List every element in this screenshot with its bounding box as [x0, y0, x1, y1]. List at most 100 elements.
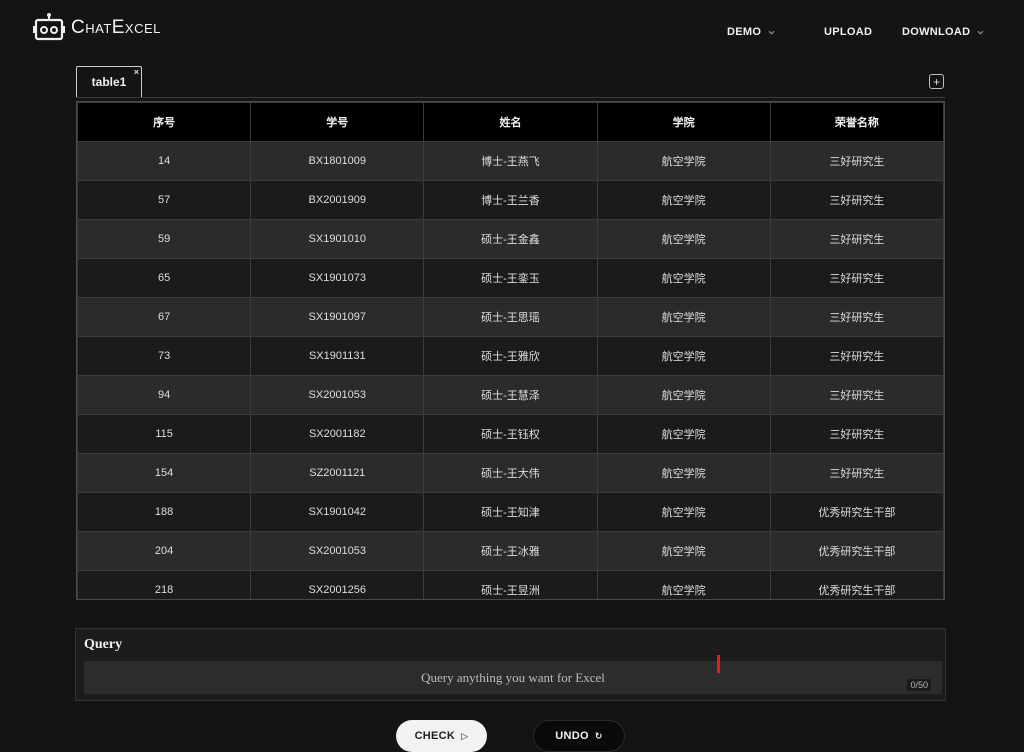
table-row[interactable]: 73 SX1901131 硕士-王雅欣 航空学院 三好研究生: [77, 336, 944, 376]
data-table-container[interactable]: 序号 学号 姓名 学院 荣誉名称 14 BX1801009 博士-王燕飞 航空学院 三好研究生 5…: [76, 101, 945, 600]
table-row[interactable]: 59 SX1901010 硕士-王金鑫 航空学院 三好研究生: [77, 219, 944, 259]
table-cell[interactable]: 94: [77, 375, 252, 415]
table-cell[interactable]: 硕士-王昱洲: [423, 570, 598, 599]
table-cell[interactable]: 三好研究生: [769, 375, 944, 415]
table-cell[interactable]: 航空学院: [596, 414, 771, 454]
table-row[interactable]: 115 SX2001182 硕士-王钰权 航空学院 三好研究生: [77, 414, 944, 454]
nav-upload-label: UPLOAD: [824, 26, 873, 38]
table-cell[interactable]: SX2001053: [250, 531, 425, 571]
table-cell[interactable]: 57: [77, 180, 252, 220]
tab-divider: [76, 97, 945, 98]
undo-button-label: UNDO: [555, 730, 589, 742]
nav-download[interactable]: DOWNLOAD: [902, 26, 984, 38]
table-cell[interactable]: 航空学院: [596, 336, 771, 376]
table-cell[interactable]: 硕士-王思瑶: [423, 297, 598, 337]
query-input[interactable]: [84, 661, 942, 694]
table-cell[interactable]: 航空学院: [596, 258, 771, 298]
table-cell[interactable]: BX2001909: [250, 180, 425, 220]
tab-table1[interactable]: table1 ×: [76, 66, 142, 97]
close-icon[interactable]: ×: [134, 67, 139, 77]
table-cell[interactable]: 优秀研究生干部: [769, 570, 944, 599]
table-cell[interactable]: 硕士-王冰雅: [423, 531, 598, 571]
table-cell[interactable]: 航空学院: [596, 180, 771, 220]
table-cell[interactable]: 航空学院: [596, 141, 771, 181]
table-cell[interactable]: 204: [77, 531, 252, 571]
table-cell[interactable]: 三好研究生: [769, 219, 944, 259]
table-cell[interactable]: 航空学院: [596, 453, 771, 493]
table-cell[interactable]: 优秀研究生干部: [769, 492, 944, 532]
table-cell[interactable]: 三好研究生: [769, 180, 944, 220]
add-tab-button[interactable]: +: [929, 74, 944, 89]
nav-upload[interactable]: UPLOAD: [824, 26, 872, 38]
robot-icon: [33, 13, 65, 41]
table-cell[interactable]: 三好研究生: [769, 414, 944, 454]
table-cell[interactable]: 硕士-王大伟: [423, 453, 598, 493]
table-cell[interactable]: 154: [77, 453, 252, 493]
table-cell[interactable]: 65: [77, 258, 252, 298]
table-cell[interactable]: 14: [77, 141, 252, 181]
table-cell[interactable]: SX2001053: [250, 375, 425, 415]
table-cell[interactable]: SX1901042: [250, 492, 425, 532]
table-cell[interactable]: 硕士-王知津: [423, 492, 598, 532]
table-cell[interactable]: 硕士-王銮玉: [423, 258, 598, 298]
table-cell[interactable]: 三好研究生: [769, 336, 944, 376]
column-header[interactable]: 学号: [250, 102, 425, 142]
table-cell[interactable]: SX1901010: [250, 219, 425, 259]
table-cell[interactable]: 博士-王兰香: [423, 180, 598, 220]
table-cell[interactable]: 三好研究生: [769, 141, 944, 181]
table-cell[interactable]: 三好研究生: [769, 258, 944, 298]
play-icon: ▷: [461, 730, 469, 741]
table-row[interactable]: 65 SX1901073 硕士-王銮玉 航空学院 三好研究生: [77, 258, 944, 298]
column-header[interactable]: 学院: [596, 102, 771, 142]
cursor-marker: [717, 655, 720, 673]
table-cell[interactable]: SX2001182: [250, 414, 425, 454]
table-cell[interactable]: 三好研究生: [769, 297, 944, 337]
table-cell[interactable]: SX1901097: [250, 297, 425, 337]
table-cell[interactable]: 115: [77, 414, 252, 454]
column-header[interactable]: 荣誉名称: [769, 102, 944, 142]
plus-icon: +: [932, 74, 940, 89]
table-cell[interactable]: 73: [77, 336, 252, 376]
column-header[interactable]: 序号: [77, 102, 252, 142]
table-cell[interactable]: 航空学院: [596, 492, 771, 532]
table-cell[interactable]: 航空学院: [596, 570, 771, 599]
table-cell[interactable]: BX1801009: [250, 141, 425, 181]
table-row[interactable]: 14 BX1801009 博士-王燕飞 航空学院 三好研究生: [77, 141, 944, 181]
nav-demo-label: DEMO: [727, 26, 762, 38]
table-cell[interactable]: 航空学院: [596, 297, 771, 337]
query-title: Query: [84, 637, 123, 652]
undo-button[interactable]: UNDO ↻: [533, 720, 625, 752]
table-cell[interactable]: 博士-王燕飞: [423, 141, 598, 181]
table-cell[interactable]: 硕士-王慧泽: [423, 375, 598, 415]
table-row[interactable]: 67 SX1901097 硕士-王思瑶 航空学院 三好研究生: [77, 297, 944, 337]
table-cell[interactable]: 67: [77, 297, 252, 337]
table-cell[interactable]: SZ2001121: [250, 453, 425, 493]
table-row[interactable]: 204 SX2001053 硕士-王冰雅 航空学院 优秀研究生干部: [77, 531, 944, 571]
table-cell[interactable]: 三好研究生: [769, 453, 944, 493]
table-cell[interactable]: 硕士-王金鑫: [423, 219, 598, 259]
check-button[interactable]: CHECK ▷: [396, 720, 487, 752]
table-row[interactable]: 94 SX2001053 硕士-王慧泽 航空学院 三好研究生: [77, 375, 944, 415]
table-cell[interactable]: 59: [77, 219, 252, 259]
table-cell[interactable]: 航空学院: [596, 375, 771, 415]
check-button-label: CHECK: [414, 730, 456, 742]
table-row[interactable]: 154 SZ2001121 硕士-王大伟 航空学院 三好研究生: [77, 453, 944, 493]
table-row[interactable]: 218 SX2001256 硕士-王昱洲 航空学院 优秀研究生干部: [77, 570, 944, 599]
table-row[interactable]: 188 SX1901042 硕士-王知津 航空学院 优秀研究生干部: [77, 492, 944, 532]
query-panel: Query 0/50: [75, 628, 946, 701]
column-header[interactable]: 姓名: [423, 102, 598, 142]
table-cell[interactable]: SX1901131: [250, 336, 425, 376]
table-cell[interactable]: SX2001256: [250, 570, 425, 599]
table-cell[interactable]: 航空学院: [596, 531, 771, 571]
table-cell[interactable]: SX1901073: [250, 258, 425, 298]
table-cell[interactable]: 硕士-王雅欣: [423, 336, 598, 376]
app-logo: ChatExcel: [33, 13, 161, 43]
table-cell[interactable]: 优秀研究生干部: [769, 531, 944, 571]
app-title: ChatExcel: [71, 17, 161, 38]
table-cell[interactable]: 218: [77, 570, 252, 599]
nav-demo[interactable]: DEMO: [727, 26, 775, 38]
table-cell[interactable]: 硕士-王钰权: [423, 414, 598, 454]
table-cell[interactable]: 航空学院: [596, 219, 771, 259]
table-cell[interactable]: 188: [77, 492, 252, 532]
table-row[interactable]: 57 BX2001909 博士-王兰香 航空学院 三好研究生: [77, 180, 944, 220]
